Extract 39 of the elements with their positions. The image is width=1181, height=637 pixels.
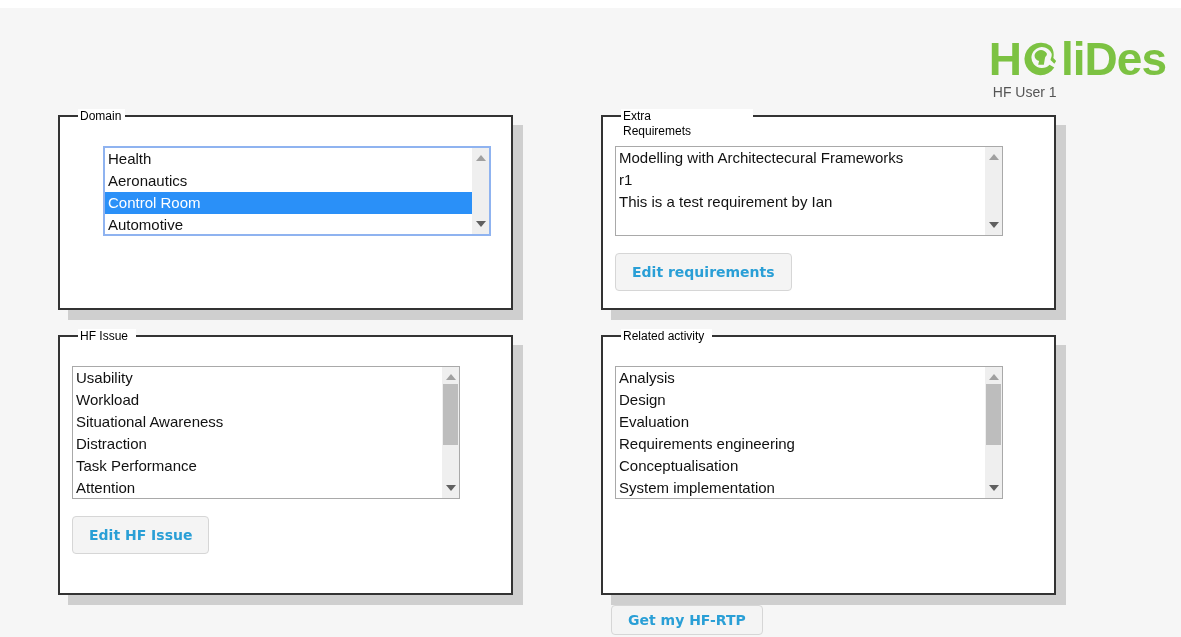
list-box[interactable]: Modelling with Architectecural Frameworks r1 This is a test requirement by Ian [615,146,1003,236]
list-item[interactable]: Conceptualisation [616,455,985,477]
list-box[interactable]: Analysis Design Evaluation Requirements engineering Conceptualisation System implementation [615,366,1003,499]
panel-legend: Extra Requiremets [621,109,753,139]
scroll-down-icon[interactable] [988,485,999,491]
list-item[interactable]: Task Performance [73,455,442,477]
list-item[interactable]: This is a test requirement by Ian [616,191,985,213]
scrollbar[interactable] [472,148,489,234]
list-item[interactable]: Workload [73,389,442,411]
list-item[interactable]: Distraction [73,433,442,455]
list-item[interactable]: Evaluation [616,411,985,433]
scroll-up-icon[interactable] [988,374,999,380]
list-item[interactable]: Design [616,389,985,411]
list-box[interactable]: Health Aeronautics Control Room Automotive [103,146,491,236]
list-item[interactable]: Analysis [616,367,985,389]
scroll-up-icon[interactable] [475,155,486,161]
scroll-down-icon[interactable] [988,222,999,228]
logo-text: liDes [1061,34,1166,84]
user-name: HF User 1 [992,84,1058,100]
panel-legend: Related activity [621,329,713,344]
scrollbar[interactable] [442,367,459,498]
list-box[interactable]: Usability Workload Situational Awareness Distraction Task Performance Attention [72,366,460,499]
list-item[interactable]: Health [105,148,472,170]
list-item[interactable]: Usability [73,367,442,389]
list-item[interactable]: Requirements engineering [616,433,985,455]
list-item[interactable]: Automotive [105,214,472,234]
scrollbar[interactable] [985,367,1002,498]
scroll-up-icon[interactable] [988,154,999,160]
list-item[interactable]: Modelling with Architectecural Frameworks [616,147,985,169]
list-item[interactable]: Aeronautics [105,170,472,192]
scroll-down-icon[interactable] [475,221,486,227]
list-item[interactable]: r1 [616,169,985,191]
list-item[interactable]: System implementation [616,477,985,498]
scroll-down-icon[interactable] [445,485,456,491]
list-item[interactable]: Situational Awareness [73,411,442,433]
scrollbar[interactable] [985,147,1002,235]
logo-text: H [988,34,1022,84]
scroll-up-icon[interactable] [445,374,456,380]
list-item[interactable]: Attention [73,477,442,498]
